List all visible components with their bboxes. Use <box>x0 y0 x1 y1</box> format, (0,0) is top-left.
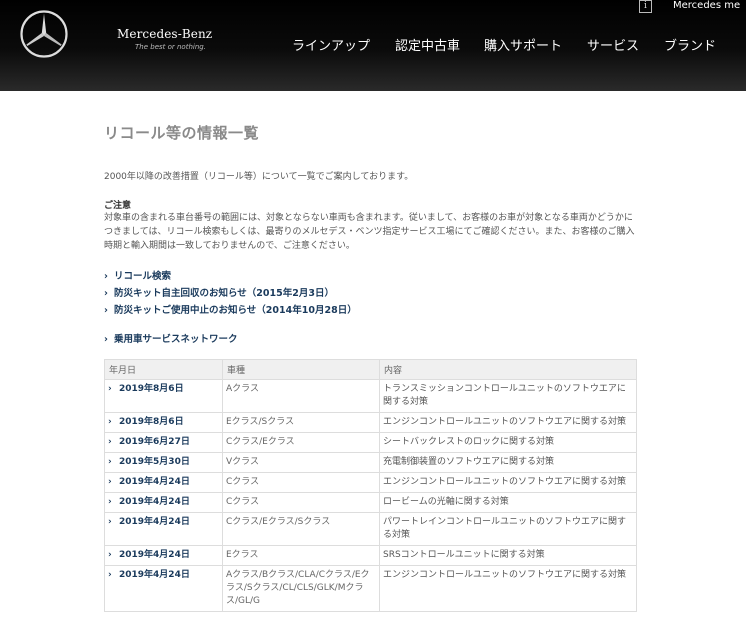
table-row: › 2019年8月6日 Eクラス/Sクラス エンジンコントロールユニットのソフトウエア… <box>104 412 637 433</box>
chevron-right-icon: › <box>108 384 112 394</box>
col-header-date: 年月日 <box>104 359 223 380</box>
info-icon[interactable]: i <box>639 0 652 13</box>
table-row: › 2019年4月24日 Cクラス/Eクラス/Sクラス パワートレインコントロールユニ… <box>104 512 637 546</box>
link-recall-search[interactable]: › リコール検索 <box>104 268 171 282</box>
table-header-row: 年月日 車種 内容 <box>104 359 637 380</box>
row-description: SRSコントロールユニットに関する対策 <box>379 545 637 566</box>
chevron-right-icon: › <box>104 271 108 282</box>
row-date-link[interactable]: › 2019年6月27日 <box>104 432 223 453</box>
brand-wordmark: Mercedes-Benz <box>117 27 213 41</box>
chevron-right-icon: › <box>104 334 108 345</box>
chevron-right-icon: › <box>108 517 112 527</box>
mercedes-me-link[interactable]: Mercedes me <box>673 0 740 11</box>
table-row: › 2019年4月24日 Eクラス SRSコントロールユニットに関する対策 <box>104 545 637 566</box>
row-model: Eクラス/Sクラス <box>222 412 380 433</box>
site-header: Mercedes-Benz The best or nothing. i Mer… <box>0 0 746 91</box>
row-description: エンジンコントロールユニットのソフトウエアに関する対策 <box>379 472 637 493</box>
chevron-right-icon: › <box>108 417 112 427</box>
row-model: Cクラス <box>222 472 380 493</box>
row-date-link[interactable]: › 2019年5月30日 <box>104 452 223 473</box>
col-header-model: 車種 <box>222 359 380 380</box>
nav-brand[interactable]: ブランド <box>664 35 716 54</box>
chevron-right-icon: › <box>104 305 108 316</box>
row-description: エンジンコントロールユニットのソフトウエアに関する対策 <box>379 565 637 612</box>
row-model: Aクラス <box>222 379 380 413</box>
row-model: Eクラス <box>222 545 380 566</box>
row-date-link[interactable]: › 2019年8月6日 <box>104 379 223 413</box>
row-date-link[interactable]: › 2019年4月24日 <box>104 545 223 566</box>
table-row: › 2019年8月6日 Aクラス トランスミッションコントロールユニットのソフトウエア… <box>104 379 637 413</box>
chevron-right-icon: › <box>108 437 112 447</box>
chevron-right-icon: › <box>108 550 112 560</box>
link-service-network[interactable]: › 乗用車サービスネットワーク <box>104 331 238 345</box>
row-description: 充電制御装置のソフトウエアに関する対策 <box>379 452 637 473</box>
row-date-link[interactable]: › 2019年4月24日 <box>104 565 223 612</box>
intro-text: 2000年以降の改善措置（リコール等）について一覧でご案内しております。 <box>104 172 414 182</box>
note-heading: ご注意 <box>104 201 132 211</box>
chevron-right-icon: › <box>108 497 112 507</box>
chevron-right-icon: › <box>104 288 108 299</box>
row-date-link[interactable]: › 2019年4月24日 <box>104 472 223 493</box>
nav-lineup[interactable]: ラインアップ <box>292 35 370 54</box>
table-row: › 2019年4月24日 Aクラス/Bクラス/CLA/Cクラス/Eクラス/Sクラス/… <box>104 565 637 612</box>
brand-tagline: The best or nothing. <box>135 43 206 51</box>
nav-purchase-support[interactable]: 購入サポート <box>484 35 562 54</box>
row-description: エンジンコントロールユニットのソフトウエアに関する対策 <box>379 412 637 433</box>
link-kit-recall-notice[interactable]: › 防災キット自主回収のお知らせ（2015年2月3日） <box>104 285 334 299</box>
page-title: リコール等の情報一覧 <box>104 124 260 142</box>
chevron-right-icon: › <box>108 457 112 467</box>
table-row: › 2019年4月24日 Cクラス ロービームの光軸に関する対策 <box>104 492 637 513</box>
nav-certified-used[interactable]: 認定中古車 <box>395 35 460 54</box>
nav-service[interactable]: サービス <box>587 35 639 54</box>
link-kit-stop-use-notice[interactable]: › 防災キットご使用中止のお知らせ（2014年10月28日） <box>104 302 357 316</box>
col-header-content: 内容 <box>379 359 637 380</box>
row-date-link[interactable]: › 2019年4月24日 <box>104 492 223 513</box>
row-model: Cクラス <box>222 492 380 513</box>
row-description: トランスミッションコントロールユニットのソフトウエアに関する対策 <box>379 379 637 413</box>
chevron-right-icon: › <box>108 477 112 487</box>
table-row: › 2019年4月24日 Cクラス エンジンコントロールユニットのソフトウエアに関する… <box>104 472 637 493</box>
mercedes-star-logo[interactable] <box>19 9 69 59</box>
row-model: Cクラス/Eクラス/Sクラス <box>222 512 380 546</box>
table-row: › 2019年6月27日 Cクラス/Eクラス シートバックレストのロックに関する対策 <box>104 432 637 453</box>
row-date-link[interactable]: › 2019年8月6日 <box>104 412 223 433</box>
row-model: Aクラス/Bクラス/CLA/Cクラス/Eクラス/Sクラス/CL/CLS/GLK/… <box>222 565 380 612</box>
row-description: シートバックレストのロックに関する対策 <box>379 432 637 453</box>
row-model: Cクラス/Eクラス <box>222 432 380 453</box>
row-date-link[interactable]: › 2019年4月24日 <box>104 512 223 546</box>
chevron-right-icon: › <box>108 570 112 580</box>
row-description: ロービームの光軸に関する対策 <box>379 492 637 513</box>
row-model: Vクラス <box>222 452 380 473</box>
note-body: 対象車の含まれる車台番号の範囲には、対象とならない車両も含まれます。従いまして、… <box>104 213 635 251</box>
table-body: › 2019年8月6日 Aクラス トランスミッションコントロールユニットのソフトウエア… <box>104 379 637 612</box>
table-row: › 2019年5月30日 Vクラス 充電制御装置のソフトウエアに関する対策 <box>104 452 637 473</box>
row-description: パワートレインコントロールユニットのソフトウエアに関する対策 <box>379 512 637 546</box>
recall-table: 年月日 車種 内容 › 2019年8月6日 Aクラス トランスミッションコントロールユ… <box>104 359 637 612</box>
